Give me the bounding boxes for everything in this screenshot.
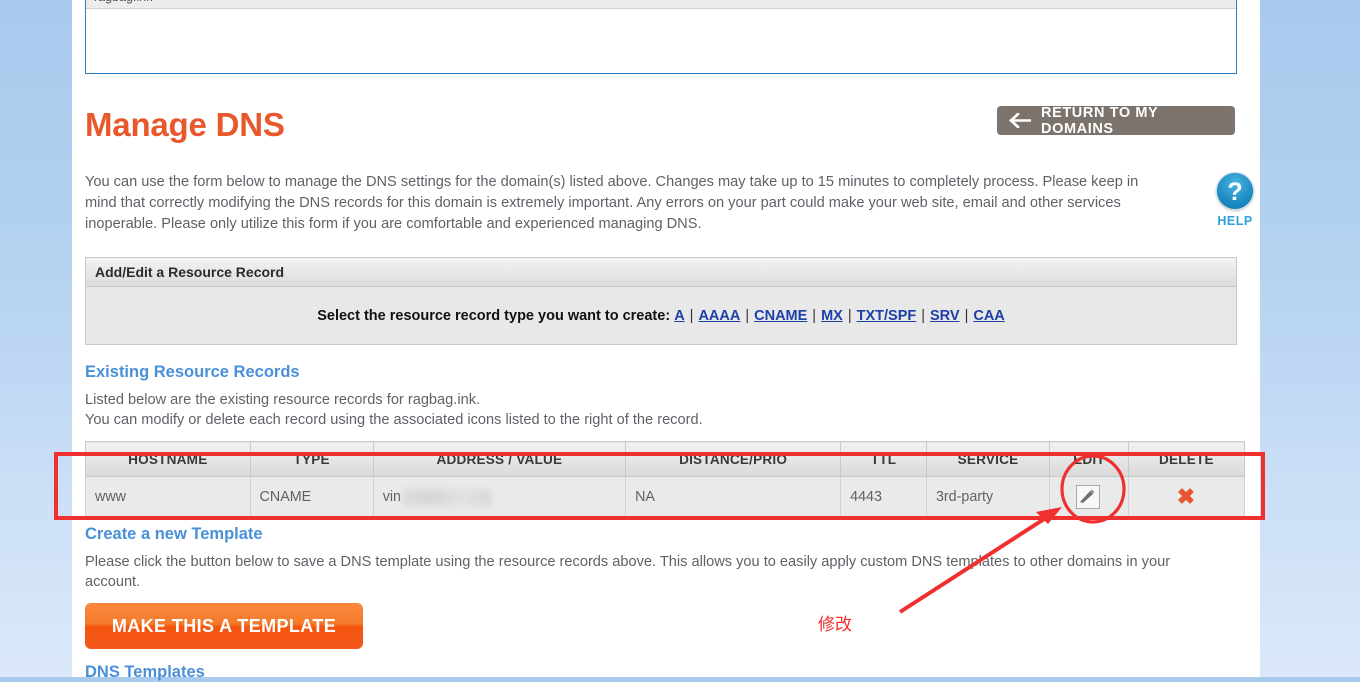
return-to-my-domains-button[interactable]: RETURN TO MY DOMAINS (997, 104, 1235, 137)
return-button-label: RETURN TO MY DOMAINS (1041, 104, 1159, 137)
column-header-edit: EDIT (1049, 441, 1129, 477)
help-label[interactable]: HELP (1207, 214, 1263, 228)
separator: | (847, 307, 852, 324)
table-row: www CNAME vin NA 4443 3rd-party ✖ (85, 476, 1246, 517)
record-type-link-mx[interactable]: MX (821, 308, 843, 324)
column-header-distance-prio: DISTANCE/PRIO (625, 441, 842, 477)
column-header-service: SERVICE (925, 441, 1051, 477)
resource-records-table: HOSTNAME TYPE ADDRESS / VALUE DISTANCE/P… (85, 441, 1246, 517)
record-type-prompt: Select the resource record type you want… (317, 307, 671, 324)
page-content: ragbag.ink Manage DNS RETURN TO MY DOMAI… (72, 0, 1263, 681)
table-header-row: HOSTNAME TYPE ADDRESS / VALUE DISTANCE/P… (85, 441, 1246, 477)
column-header-ttl: TTL (840, 441, 927, 477)
separator: | (964, 307, 969, 324)
redacted-address-value: vin (382, 488, 491, 506)
record-type-link-a[interactable]: A (674, 308, 684, 324)
separator: | (745, 307, 750, 324)
record-type-link-aaaa[interactable]: AAAA (698, 308, 740, 324)
record-type-link-srv[interactable]: SRV (930, 308, 960, 324)
column-header-address-value: ADDRESS / VALUE (372, 441, 627, 477)
record-type-link-cname[interactable]: CNAME (754, 308, 807, 324)
arrow-left-icon (1009, 113, 1031, 128)
domain-summary-box: ragbag.ink (85, 0, 1237, 74)
add-edit-resource-record-panel: Add/Edit a Resource Record Select the re… (85, 257, 1237, 345)
pencil-edit-icon[interactable] (1076, 484, 1101, 509)
existing-records-line2: You can modify or delete each record usi… (85, 412, 703, 428)
separator: | (812, 307, 817, 324)
make-this-a-template-button[interactable]: MAKE THIS A TEMPLATE (85, 603, 363, 649)
help-block[interactable]: ? HELP (1207, 172, 1263, 228)
record-type-link-caa[interactable]: CAA (973, 308, 1004, 324)
separator: | (921, 307, 926, 324)
create-template-text: Please click the button below to save a … (85, 554, 1171, 590)
intro-paragraph: You can use the form below to manage the… (85, 174, 1139, 232)
cell-ttl: 4443 (840, 476, 927, 517)
column-header-delete: DELETE (1127, 441, 1246, 477)
cell-type: CNAME (249, 476, 374, 517)
cell-hostname: www (85, 476, 251, 517)
cell-edit[interactable] (1049, 476, 1129, 517)
column-header-hostname: HOSTNAME (85, 441, 251, 477)
red-x-delete-icon[interactable]: ✖ (1177, 485, 1195, 508)
cell-delete[interactable]: ✖ (1127, 476, 1246, 517)
annotation-label: 修改 (818, 615, 852, 634)
dns-templates-heading: DNS Templates (85, 663, 205, 681)
cell-distance-prio: NA (625, 476, 842, 517)
cell-address-value: vin (372, 476, 627, 517)
existing-records-heading: Existing Resource Records (85, 363, 300, 381)
separator: | (689, 307, 694, 324)
create-template-heading: Create a new Template (85, 525, 263, 543)
question-mark-icon[interactable]: ? (1216, 172, 1254, 210)
redaction-mask (402, 488, 491, 506)
record-type-selector: Select the resource record type you want… (86, 287, 1236, 344)
existing-records-line1: Listed below are the existing resource r… (85, 392, 481, 408)
address-prefix: vin (382, 488, 401, 505)
cell-service: 3rd-party (925, 476, 1051, 517)
column-header-type: TYPE (249, 441, 374, 477)
page-title: Manage DNS (85, 106, 285, 143)
panel-header: Add/Edit a Resource Record (86, 258, 1236, 287)
domain-name-label: ragbag.ink (86, 0, 1236, 9)
record-type-link-txtspf[interactable]: TXT/SPF (857, 308, 917, 324)
